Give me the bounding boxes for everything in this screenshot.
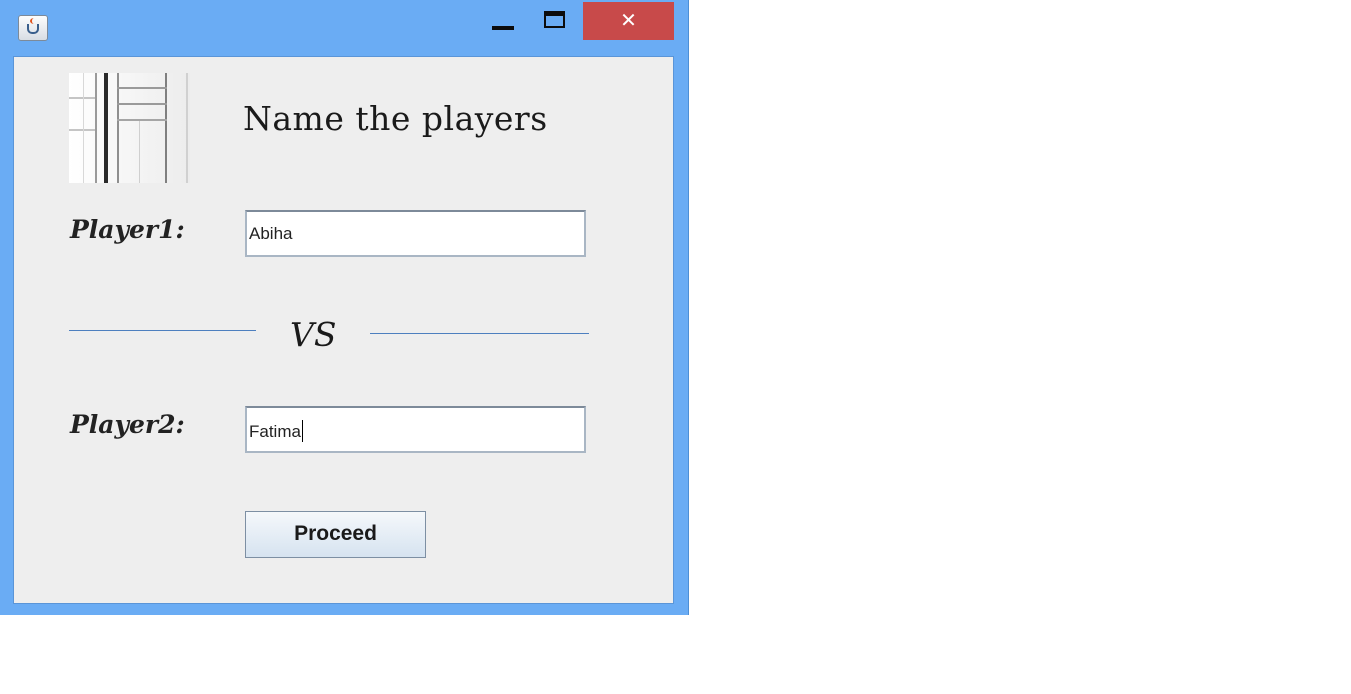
divider-left <box>69 330 256 331</box>
player1-value: Abiha <box>249 224 293 243</box>
player1-label: Player1: <box>70 215 185 244</box>
page-title: Name the players <box>243 99 548 138</box>
player2-input[interactable]: Fatima <box>245 406 586 453</box>
close-icon: ✕ <box>620 8 637 32</box>
java-app-icon[interactable] <box>18 15 48 41</box>
title-bar[interactable]: ✕ <box>0 0 689 54</box>
text-caret <box>301 420 303 442</box>
form-panel: Name the players Player1: Abiha VS Playe… <box>13 56 674 604</box>
close-button[interactable]: ✕ <box>583 2 674 40</box>
proceed-button[interactable]: Proceed <box>245 511 426 558</box>
minimize-icon <box>492 26 514 30</box>
minimize-button[interactable] <box>480 2 526 40</box>
vs-label: VS <box>290 315 337 354</box>
player1-input[interactable]: Abiha <box>245 210 586 257</box>
player2-value: Fatima <box>249 422 301 441</box>
maximize-icon <box>544 11 565 28</box>
board-thumbnail-image <box>69 73 190 183</box>
maximize-button[interactable] <box>533 2 579 40</box>
app-window: ✕ Name the players Player1: Abiha VS Pla… <box>0 0 689 615</box>
player2-label: Player2: <box>70 410 185 439</box>
cup-shape <box>27 24 39 34</box>
divider-right <box>370 333 589 334</box>
